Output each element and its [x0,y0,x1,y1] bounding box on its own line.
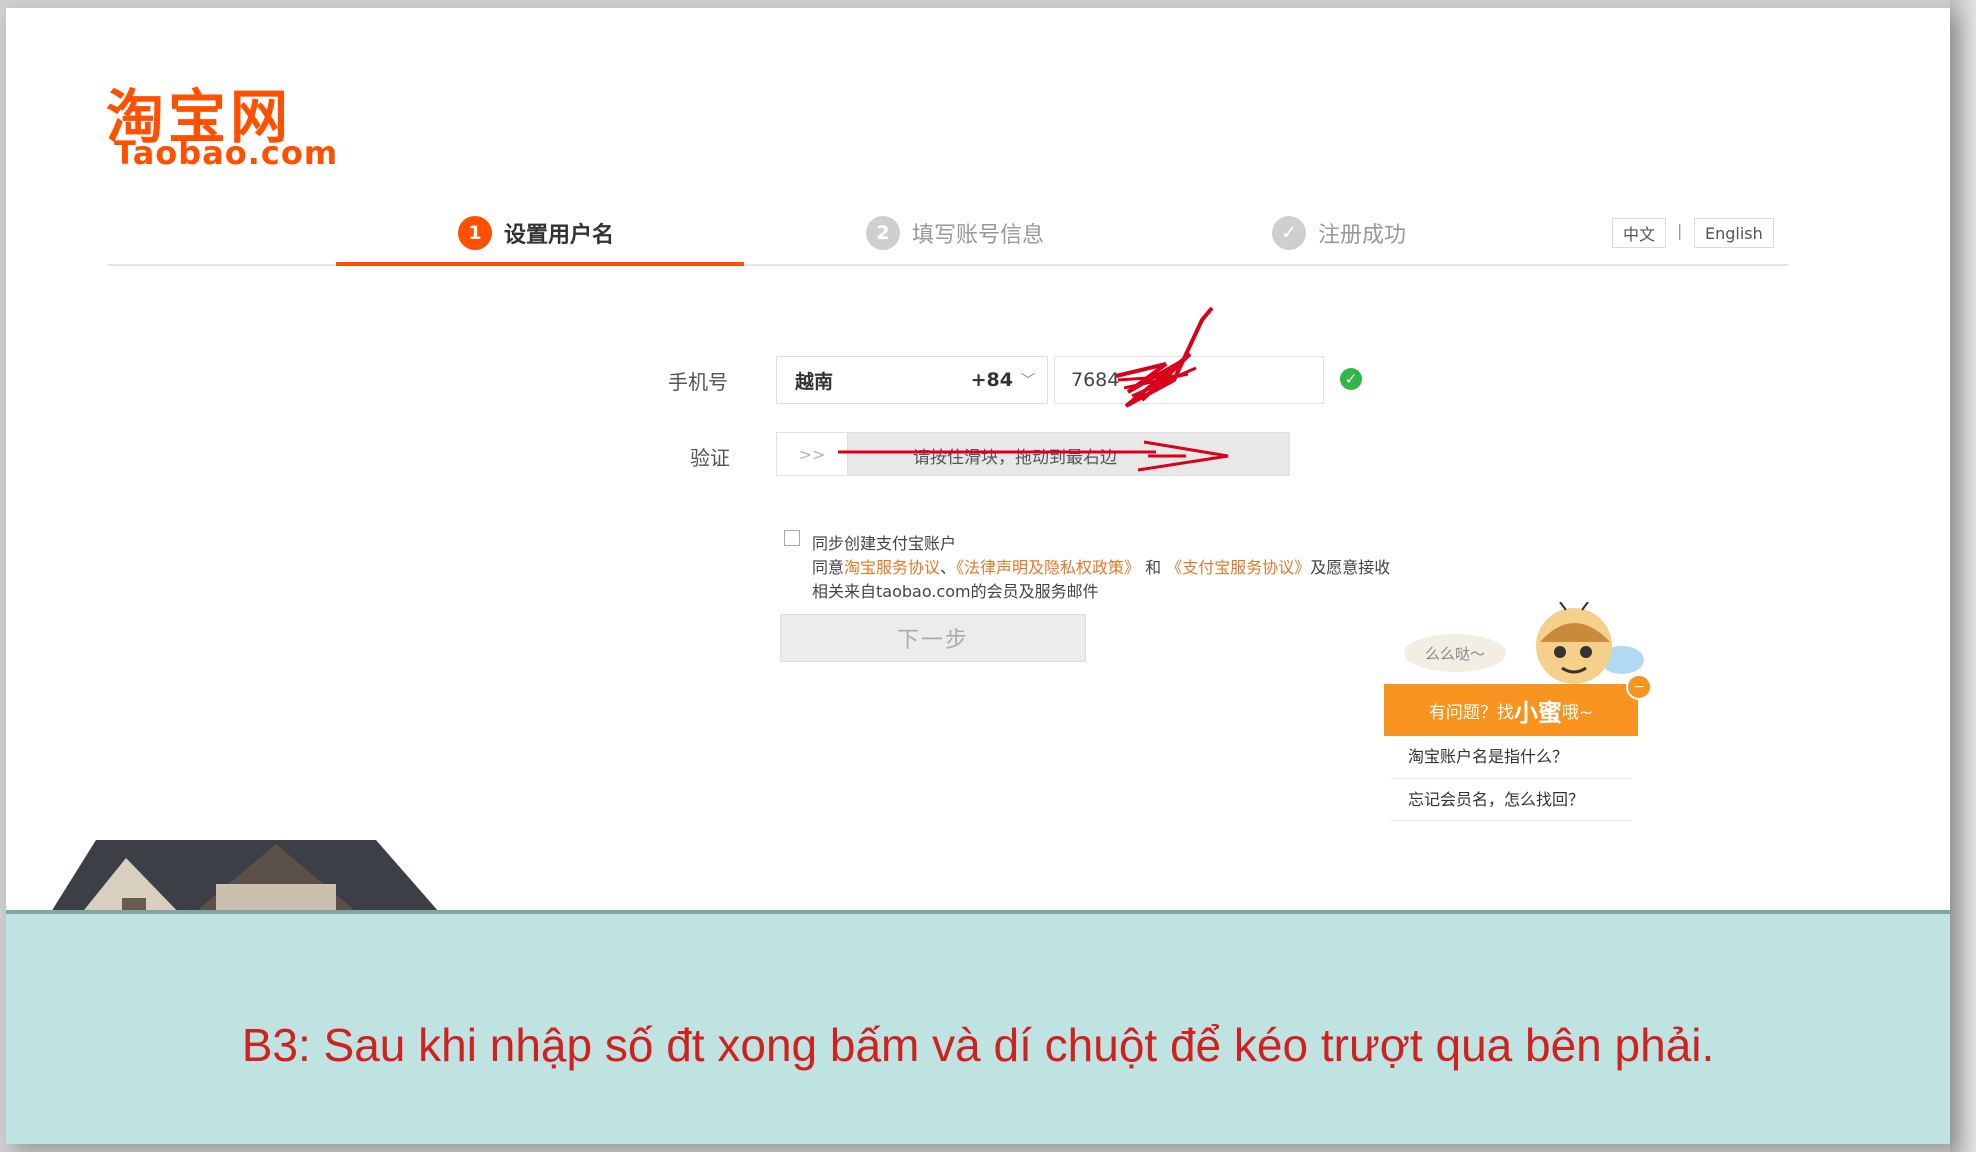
helper-header-prefix: 有问题？找 [1428,702,1514,723]
create-alipay-checkbox[interactable] [784,530,800,546]
agree-prefix: 同意 [812,558,845,577]
legal-privacy-policy-link[interactable]: 《法律声明及隐私权政策》 [956,558,1140,577]
helper-header-name: 小蜜 [1513,698,1562,727]
caption-text: B3: Sau khi nhập số đt xong bấm và dí ch… [241,1019,1715,1071]
helper-speech-bubble: 么么哒～ [1404,634,1506,672]
alipay-service-agreement-link[interactable]: 《支付宝服务协议》 [1166,558,1310,577]
helper-question[interactable]: 忘记会员名，怎么找回？ [1390,779,1632,822]
helper-question-list: 淘宝账户名是指什么？ 忘记会员名，怎么找回？ [1390,736,1632,822]
taobao-service-agreement-link[interactable]: 淘宝服务协议 [844,558,940,577]
next-step-button[interactable]: 下一步 [780,614,1086,662]
helper-question[interactable]: 淘宝账户名是指什么？ [1390,736,1632,779]
agree-separator: 、 [940,558,957,577]
agreement-line-3: 相关来自taobao.com的会员及服务邮件 [812,582,1099,601]
agree-and: 和 [1140,558,1167,577]
agree-suffix: 及愿意接收 [1310,558,1391,577]
helper-header[interactable]: 有问题？找 小蜜 哦~ [1384,684,1638,736]
red-annotation-scribbles [838,306,1229,472]
minimize-icon[interactable]: − [1626,674,1652,700]
helper-header-suffix: 哦~ [1561,702,1594,723]
agreement-line: 同意淘宝服务协议、《法律声明及隐私权政策》 和 《支付宝服务协议》及愿意接收 [812,554,1390,578]
caption-banner: B3: Sau khi nhập số đt xong bấm và dí ch… [6,914,1950,1144]
page-shadow [1950,0,1976,1152]
house-image [46,840,446,920]
checkbox-label: 同步创建支付宝账户 [812,534,957,553]
